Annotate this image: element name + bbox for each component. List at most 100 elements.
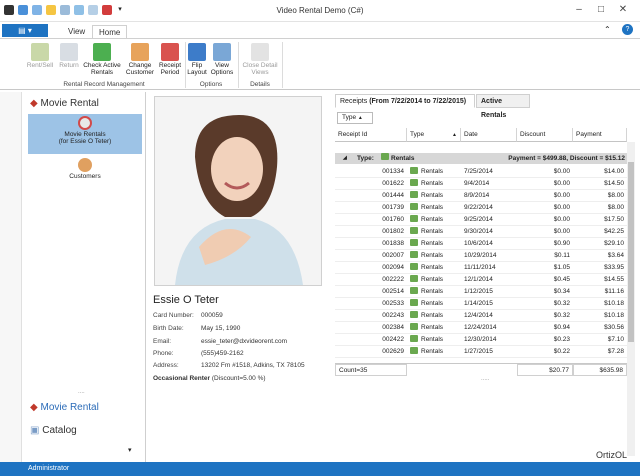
table-row[interactable]: 002533 Rentals 1/14/2015 $0.32 $10.18 bbox=[335, 298, 627, 310]
cart-icon bbox=[31, 43, 49, 61]
table-row[interactable]: 001334 Rentals 7/25/2014 $0.00 $14.00 bbox=[335, 166, 627, 178]
cell-payment: $14.55 bbox=[604, 276, 624, 283]
table-row[interactable]: 001802 Rentals 9/30/2014 $0.00 $42.25 bbox=[335, 226, 627, 238]
scrollbar-thumb[interactable] bbox=[628, 162, 634, 342]
rentals-icon bbox=[410, 275, 418, 282]
tab-view[interactable]: View bbox=[62, 25, 91, 38]
cell-payment: $29.10 bbox=[604, 240, 624, 247]
cell-discount: $0.23 bbox=[553, 336, 570, 343]
check-active-rentals-button[interactable]: Check Active Rentals bbox=[82, 43, 122, 79]
navigation-pane: ◆ Movie Rental Movie Rentals (for Essie … bbox=[22, 92, 146, 462]
tab-receipts[interactable]: Receipts (From 7/22/2014 to 7/22/2015) bbox=[335, 94, 475, 108]
close-detail-views-button[interactable]: Close Detail Views bbox=[240, 43, 280, 79]
cell-discount: $0.11 bbox=[554, 252, 570, 259]
minimize-button[interactable]: – bbox=[570, 3, 588, 17]
group-panel-type[interactable]: Type ▲ bbox=[337, 112, 373, 124]
cell-payment: $3.64 bbox=[607, 252, 624, 259]
table-row[interactable]: 002007 Rentals 10/29/2014 $0.11 $3.64 bbox=[335, 250, 627, 262]
calendar-icon bbox=[161, 43, 179, 61]
maximize-button[interactable]: □ bbox=[592, 3, 610, 17]
window-title: Video Rental Demo (C#) bbox=[276, 6, 364, 15]
cell-discount: $0.00 bbox=[553, 228, 570, 235]
cell-type: Rentals bbox=[407, 250, 461, 262]
col-payment[interactable]: Payment bbox=[573, 128, 627, 142]
table-row[interactable]: 001739 Rentals 9/22/2014 $0.00 $8.00 bbox=[335, 202, 627, 214]
nav-item-movie-rentals[interactable]: Movie Rentals (for Essie O Teter) bbox=[28, 114, 142, 154]
change-customer-button[interactable]: Change Customer bbox=[123, 43, 157, 79]
collapse-icon[interactable]: ◢ bbox=[343, 153, 347, 164]
help-icon[interactable]: ? bbox=[622, 24, 633, 35]
table-row[interactable]: 001760 Rentals 9/25/2014 $0.00 $17.50 bbox=[335, 214, 627, 226]
cell-type: Rentals bbox=[407, 310, 461, 322]
cell-payment: $14.50 bbox=[604, 180, 624, 187]
cell-payment: $17.50 bbox=[604, 216, 624, 223]
cell-payment: $7.10 bbox=[607, 336, 624, 343]
group-row-rentals[interactable]: ◢ Type: Rentals Payment = $499.88, Disco… bbox=[335, 153, 627, 164]
table-row[interactable]: 002243 Rentals 12/4/2014 $0.32 $10.18 bbox=[335, 310, 627, 322]
cell-date: 10/29/2014 bbox=[464, 252, 497, 259]
cell-payment: $10.18 bbox=[604, 312, 624, 319]
table-row[interactable]: 002514 Rentals 1/12/2015 $0.34 $11.16 bbox=[335, 286, 627, 298]
cell-payment: $14.00 bbox=[604, 168, 624, 175]
file-tab[interactable]: ▤ ▾ bbox=[2, 24, 48, 37]
checkmark-icon bbox=[93, 43, 111, 61]
cell-discount: $0.32 bbox=[553, 312, 570, 319]
group-separator bbox=[238, 42, 239, 88]
rentals-icon bbox=[410, 311, 418, 318]
table-row[interactable]: 001444 Rentals 8/9/2014 $0.00 $8.00 bbox=[335, 190, 627, 202]
nav-options-icon[interactable]: ▾ bbox=[128, 446, 132, 454]
email-link[interactable]: essie_teter@dxvideorent.com bbox=[201, 338, 287, 345]
splitter-grip[interactable]: ..... bbox=[481, 376, 489, 382]
return-icon bbox=[60, 43, 78, 61]
cell-type: Rentals bbox=[407, 274, 461, 286]
receipt-period-button[interactable]: Receipt Period bbox=[157, 43, 183, 79]
address-row: Address: 13202 Fm #1518, Adkins, TX 78105 bbox=[153, 362, 305, 369]
splitter-grip[interactable]: .... bbox=[78, 389, 85, 395]
collapse-ribbon-icon[interactable]: ⌃ bbox=[604, 25, 611, 34]
nav-item-customers[interactable]: Customers bbox=[28, 158, 142, 184]
movie-rental-icon: ◆ bbox=[30, 402, 38, 413]
col-date[interactable]: Date bbox=[461, 128, 517, 142]
cell-payment: $10.18 bbox=[604, 300, 624, 307]
col-discount[interactable]: Discount bbox=[517, 128, 573, 142]
grid-footer: Count=35 $20.77 $635.98 bbox=[335, 363, 627, 376]
receipts-panel: Receipts (From 7/22/2014 to 7/22/2015) A… bbox=[333, 92, 638, 462]
nav-section-catalog[interactable]: ▣ Catalog bbox=[30, 425, 77, 436]
nav-section-movie-rental[interactable]: ◆ Movie Rental bbox=[30, 402, 99, 413]
cell-payment: $11.16 bbox=[604, 288, 624, 295]
title-bar: ▾ Video Rental Demo (C#) – □ ✕ bbox=[0, 0, 640, 22]
footer-discount-total: $20.77 bbox=[517, 364, 573, 376]
col-receipt-id[interactable]: Receipt Id bbox=[335, 128, 407, 142]
rentals-icon bbox=[410, 347, 418, 354]
table-row[interactable]: 001622 Rentals 9/4/2014 $0.00 $14.50 bbox=[335, 178, 627, 190]
group-label-details: Details bbox=[250, 81, 270, 88]
return-button[interactable]: Return bbox=[56, 43, 82, 79]
tab-home[interactable]: Home bbox=[92, 25, 128, 38]
table-row[interactable]: 002094 Rentals 11/11/2014 $1.05 $33.95 bbox=[335, 262, 627, 274]
table-row[interactable]: 002384 Rentals 12/24/2014 $0.94 $30.56 bbox=[335, 322, 627, 334]
sort-up-icon: ▲ bbox=[452, 132, 457, 138]
rentals-icon bbox=[410, 287, 418, 294]
table-row[interactable]: 002222 Rentals 12/1/2014 $0.45 $14.55 bbox=[335, 274, 627, 286]
customer-profile: Essie O Teter Card Number: 000059 Birth D… bbox=[148, 92, 332, 462]
cell-receipt-id: 002094 bbox=[382, 264, 404, 271]
view-options-button[interactable]: View Options bbox=[208, 43, 236, 79]
view-options-icon bbox=[213, 43, 231, 61]
flip-layout-button[interactable]: Flip Layout bbox=[186, 43, 208, 79]
cell-type: Rentals bbox=[407, 166, 461, 178]
close-button[interactable]: ✕ bbox=[614, 3, 632, 17]
cell-date: 8/9/2014 bbox=[464, 192, 490, 199]
left-edge-strip bbox=[0, 92, 22, 462]
tab-active-rentals[interactable]: Active Rentals bbox=[476, 94, 530, 119]
rentals-icon bbox=[410, 323, 418, 330]
table-row[interactable]: 002629 Rentals 1/27/2015 $0.22 $7.28 bbox=[335, 346, 627, 358]
cell-date: 9/25/2014 bbox=[464, 216, 493, 223]
ribbon-tabs: ▤ ▾ View Home ⌃ ? bbox=[0, 22, 640, 38]
rent-sell-button[interactable]: Rent/Sell bbox=[24, 43, 56, 79]
cell-date: 9/4/2014 bbox=[464, 180, 490, 187]
col-type[interactable]: Type ▲ bbox=[407, 128, 461, 142]
customer-photo bbox=[154, 96, 322, 286]
cell-discount: $0.00 bbox=[553, 204, 570, 211]
table-row[interactable]: 002422 Rentals 12/30/2014 $0.23 $7.10 bbox=[335, 334, 627, 346]
table-row[interactable]: 001838 Rentals 10/6/2014 $0.90 $29.10 bbox=[335, 238, 627, 250]
